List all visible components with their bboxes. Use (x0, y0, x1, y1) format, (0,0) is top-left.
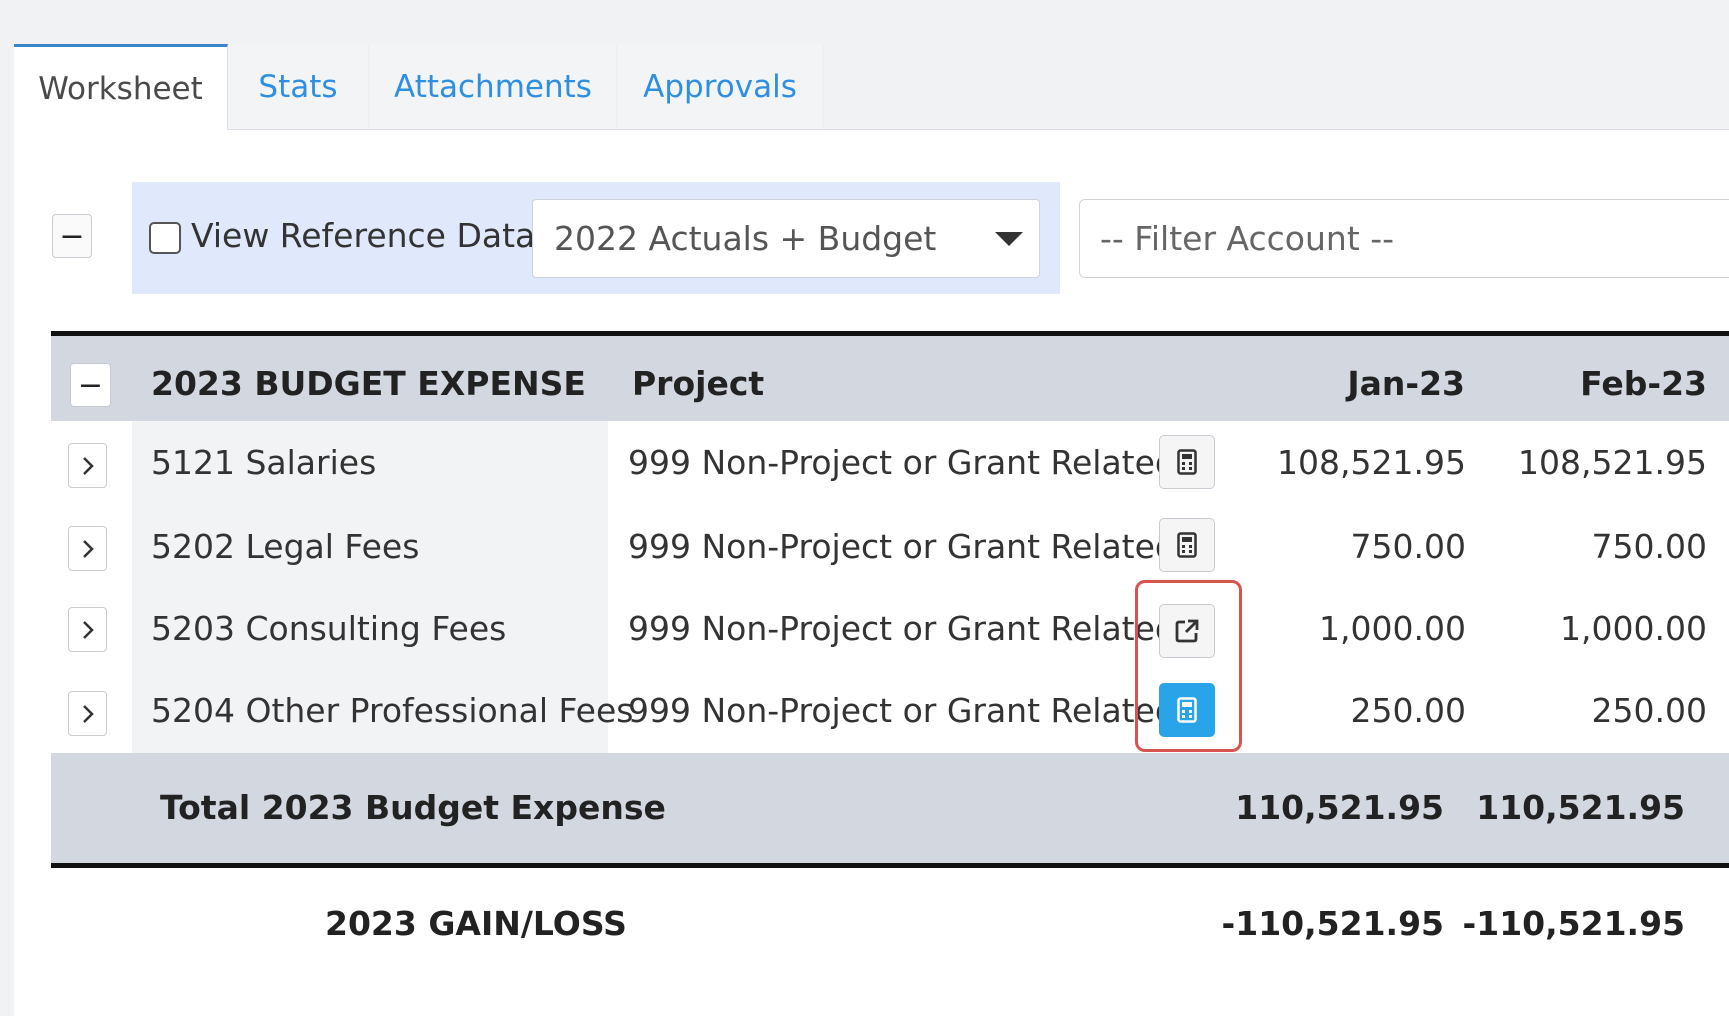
jan-value: 108,521.95 (1277, 443, 1466, 482)
gain-loss-feb-value: -110,521.95 (1462, 904, 1685, 943)
expand-row-button[interactable] (68, 526, 107, 571)
tab-stats[interactable]: Stats (228, 44, 370, 130)
table-bottom-border (51, 863, 1729, 868)
reference-select-value: 2022 Actuals + Budget (554, 219, 937, 258)
project-name: 999 Non-Project or Grant Related (628, 609, 1176, 648)
jan-value: 250.00 (1350, 691, 1466, 730)
caret-down-icon (995, 232, 1023, 246)
feb-value: 250.00 (1591, 691, 1707, 730)
collapse-section-button[interactable]: − (70, 363, 111, 407)
tab-worksheet[interactable]: Worksheet (14, 44, 228, 131)
project-name: 999 Non-Project or Grant Related (628, 443, 1176, 482)
calculator-button[interactable] (1159, 518, 1215, 572)
account-name: 5121 Salaries (151, 443, 377, 482)
account-name: 5204 Other Professional Fees (151, 691, 634, 730)
total-jan-value: 110,521.95 (1235, 788, 1444, 827)
tab-bar: Worksheet Stats Attachments Approvals (14, 44, 824, 131)
expand-row-button[interactable] (68, 443, 107, 488)
total-feb-value: 110,521.95 (1476, 788, 1685, 827)
feb-value: 1,000.00 (1560, 609, 1707, 648)
chevron-right-icon (82, 704, 94, 723)
calculator-button[interactable] (1159, 435, 1215, 489)
tab-approvals[interactable]: Approvals (618, 44, 824, 130)
feb-value: 750.00 (1591, 527, 1707, 566)
reference-data-select[interactable]: 2022 Actuals + Budget (532, 199, 1040, 278)
chevron-right-icon (82, 620, 94, 639)
total-label: Total 2023 Budget Expense (160, 788, 666, 827)
chevron-right-icon (82, 539, 94, 558)
gain-loss-jan-value: -110,521.95 (1221, 904, 1444, 943)
account-name: 5202 Legal Fees (151, 527, 420, 566)
account-name: 5203 Consulting Fees (151, 609, 507, 648)
expand-row-button[interactable] (68, 691, 107, 736)
view-reference-checkbox[interactable] (149, 222, 181, 254)
tab-attachments[interactable]: Attachments (370, 44, 618, 130)
jan-value: 750.00 (1350, 527, 1466, 566)
feb-column-header: Feb-23 (1580, 364, 1707, 403)
section-title: 2023 BUDGET EXPENSE (151, 364, 586, 403)
expand-row-button[interactable] (68, 607, 107, 652)
collapse-all-button[interactable]: − (52, 214, 92, 258)
project-column-header: Project (632, 364, 765, 403)
filter-account-placeholder: -- Filter Account -- (1100, 219, 1395, 258)
filter-account-select[interactable]: -- Filter Account -- (1079, 199, 1729, 278)
jan-column-header: Jan-23 (1347, 364, 1465, 403)
gain-loss-label: 2023 GAIN/LOSS (325, 904, 627, 943)
feb-value: 108,521.95 (1518, 443, 1707, 482)
jan-value: 1,000.00 (1319, 609, 1466, 648)
highlight-box (1135, 580, 1242, 752)
project-name: 999 Non-Project or Grant Related (628, 691, 1176, 730)
chevron-right-icon (82, 456, 94, 475)
project-name: 999 Non-Project or Grant Related (628, 527, 1176, 566)
calculator-icon (1177, 449, 1197, 475)
view-reference-label: View Reference Data? (191, 216, 553, 255)
calculator-icon (1177, 532, 1197, 558)
